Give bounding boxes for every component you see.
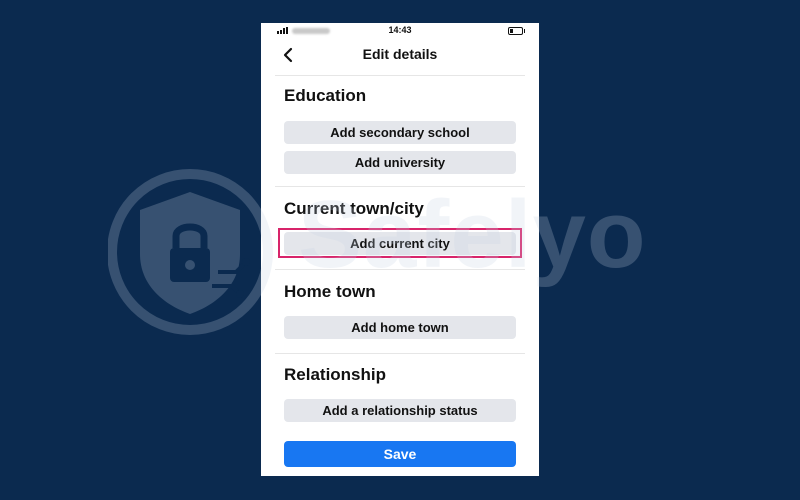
section-divider: [275, 269, 525, 270]
education-section-title: Education: [284, 86, 367, 105]
section-divider: [275, 186, 525, 187]
add-secondary-school-button[interactable]: Add secondary school: [284, 121, 516, 144]
current-city-section-title: Current town/city: [284, 199, 424, 218]
nav-bar: Edit details: [261, 40, 539, 70]
add-relationship-status-button[interactable]: Add a relationship status: [284, 399, 516, 422]
save-button[interactable]: Save: [284, 441, 516, 467]
status-bar: 14:43: [261, 23, 539, 39]
page-title: Edit details: [362, 46, 438, 62]
home-town-section-title: Home town: [284, 282, 376, 301]
phone-screen: 14:43 Edit details Education Add seconda…: [261, 23, 539, 476]
battery-icon: [508, 27, 525, 35]
add-university-button[interactable]: Add university: [284, 151, 516, 174]
section-divider: [275, 353, 525, 354]
status-time: 14:43: [388, 25, 412, 35]
nav-divider: [275, 75, 525, 76]
relationship-section-title: Relationship: [284, 365, 387, 384]
add-current-city-button[interactable]: Add current city: [284, 232, 516, 255]
add-home-town-button[interactable]: Add home town: [284, 316, 516, 339]
